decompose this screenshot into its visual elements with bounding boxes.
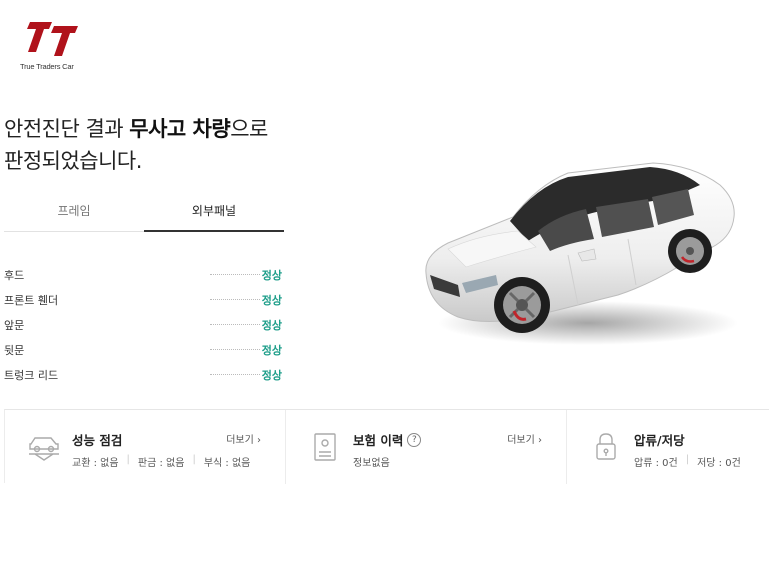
list-item: 트렁크 리드 정상 bbox=[4, 362, 284, 387]
status-badge: 정상 bbox=[261, 343, 282, 357]
list-item: 프론트 휀더 정상 bbox=[4, 287, 284, 312]
part-name: 프론트 휀더 bbox=[4, 293, 59, 307]
title-line2: 판정되었습니다. bbox=[4, 149, 142, 173]
part-name: 후드 bbox=[4, 268, 25, 282]
dotted-leader bbox=[210, 349, 260, 350]
brand-logo[interactable]: True Traders Car bbox=[20, 18, 92, 74]
mortgage-count: 저당 : 0건 bbox=[697, 458, 741, 469]
divider: | bbox=[192, 454, 196, 465]
card-details: 교환 : 없음 | 판금 : 없음 | 부식 : 없음 bbox=[72, 454, 250, 469]
replacement-status: 교환 : 없음 bbox=[72, 458, 119, 469]
part-name: 트렁크 리드 bbox=[4, 368, 59, 382]
title-highlight: 무사고 차량 bbox=[129, 117, 231, 141]
page-title: 안전진단 결과 무사고 차량으로 판정되었습니다. bbox=[4, 113, 268, 177]
card-title: 성능 점검 bbox=[72, 433, 123, 448]
card-title: 압류/저당 bbox=[634, 433, 685, 448]
card-details: 압류 : 0건 | 저당 : 0건 bbox=[634, 454, 741, 469]
more-link[interactable]: 더보기 › bbox=[507, 431, 542, 446]
parts-list: 후드 정상 프론트 휀더 정상 앞문 정상 뒷문 정상 트렁크 리드 정상 bbox=[4, 262, 284, 387]
car-lift-icon bbox=[29, 437, 59, 461]
help-icon[interactable]: ? bbox=[407, 432, 422, 447]
part-name: 뒷문 bbox=[4, 343, 25, 357]
status-badge: 정상 bbox=[261, 293, 282, 307]
seizure-mortgage-card: 압류/저당 압류 : 0건 | 저당 : 0건 bbox=[567, 410, 769, 484]
part-name: 앞문 bbox=[4, 318, 25, 332]
corrosion-status: 부식 : 없음 bbox=[203, 458, 251, 469]
sheet-metal-status: 판금 : 없음 bbox=[137, 458, 185, 469]
inspection-tabs: 프레임 외부패널 bbox=[4, 196, 284, 232]
card-title: 보험 이력 ? bbox=[353, 430, 422, 449]
card-title-text: 보험 이력 bbox=[353, 433, 404, 448]
title-line1-post: 으로 bbox=[230, 117, 268, 141]
dotted-leader bbox=[210, 274, 260, 275]
performance-check-card[interactable]: 성능 점검 더보기 › 교환 : 없음 | 판금 : 없음 | 부식 : 없음 bbox=[5, 410, 286, 484]
seizure-count: 압류 : 0건 bbox=[634, 458, 678, 469]
tab-frame[interactable]: 프레임 bbox=[4, 196, 144, 231]
car-image bbox=[425, 162, 738, 345]
dotted-leader bbox=[210, 374, 260, 375]
status-badge: 정상 bbox=[261, 268, 282, 282]
summary-cards: 성능 점검 더보기 › 교환 : 없음 | 판금 : 없음 | 부식 : 없음 … bbox=[4, 409, 769, 484]
document-icon bbox=[314, 433, 336, 461]
tab-exterior-panel[interactable]: 외부패널 bbox=[144, 196, 284, 232]
title-line1-pre: 안전진단 결과 bbox=[4, 117, 130, 141]
list-item: 뒷문 정상 bbox=[4, 337, 284, 362]
status-badge: 정상 bbox=[261, 318, 282, 332]
card-details: 정보없음 bbox=[353, 458, 390, 469]
tt-logo-icon bbox=[27, 22, 78, 56]
more-link[interactable]: 더보기 › bbox=[226, 431, 261, 446]
logo-subtitle: True Traders Car bbox=[20, 62, 74, 71]
status-badge: 정상 bbox=[261, 368, 282, 382]
insurance-history-card[interactable]: 보험 이력 ? 더보기 › 정보없음 bbox=[286, 410, 567, 484]
list-item: 후드 정상 bbox=[4, 262, 284, 287]
divider: | bbox=[685, 454, 690, 465]
lock-icon bbox=[596, 433, 616, 460]
divider: | bbox=[126, 454, 130, 465]
dotted-leader bbox=[210, 324, 260, 325]
dotted-leader bbox=[210, 299, 260, 300]
list-item: 앞문 정상 bbox=[4, 312, 284, 337]
